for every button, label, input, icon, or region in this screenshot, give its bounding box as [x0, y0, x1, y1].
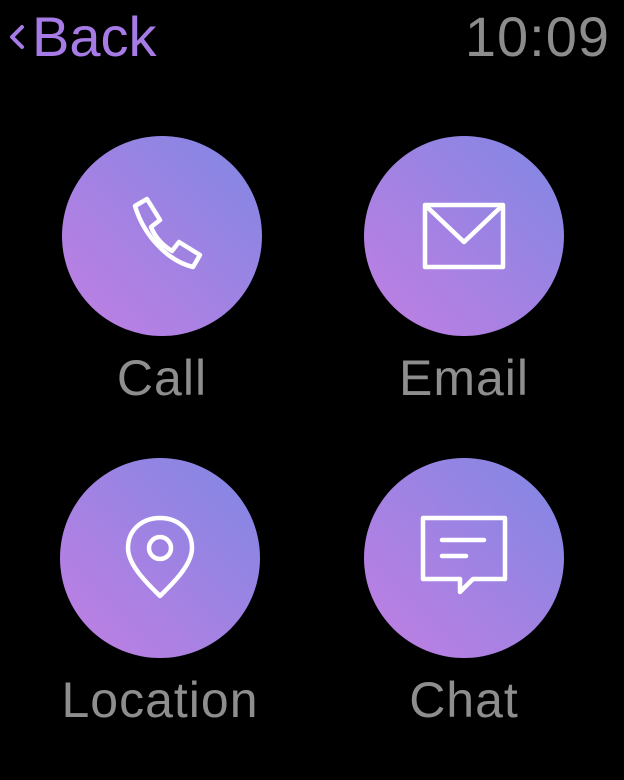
phone-icon — [132, 196, 203, 270]
chevron-left-icon — [10, 25, 24, 49]
clock: 10:09 — [464, 5, 610, 68]
call-action[interactable]: Call — [52, 136, 272, 416]
chat-button[interactable] — [364, 458, 564, 658]
location-action[interactable]: Location — [50, 458, 270, 738]
back-label: Back — [32, 5, 157, 68]
location-button[interactable] — [60, 458, 260, 658]
status-bar: Back 10:09 — [0, 0, 624, 80]
envelope-icon — [422, 202, 506, 270]
chat-bubble-icon — [420, 515, 508, 595]
back-button[interactable]: Back — [4, 4, 157, 70]
map-pin-icon — [125, 515, 195, 599]
call-label[interactable]: Call — [22, 348, 302, 408]
call-button[interactable] — [62, 136, 262, 336]
email-action[interactable]: Email — [354, 136, 574, 416]
email-label[interactable]: Email — [324, 348, 604, 408]
chat-label[interactable]: Chat — [324, 670, 604, 730]
chat-action[interactable]: Chat — [354, 458, 574, 738]
email-button[interactable] — [364, 136, 564, 336]
location-label[interactable]: Location — [20, 670, 300, 730]
